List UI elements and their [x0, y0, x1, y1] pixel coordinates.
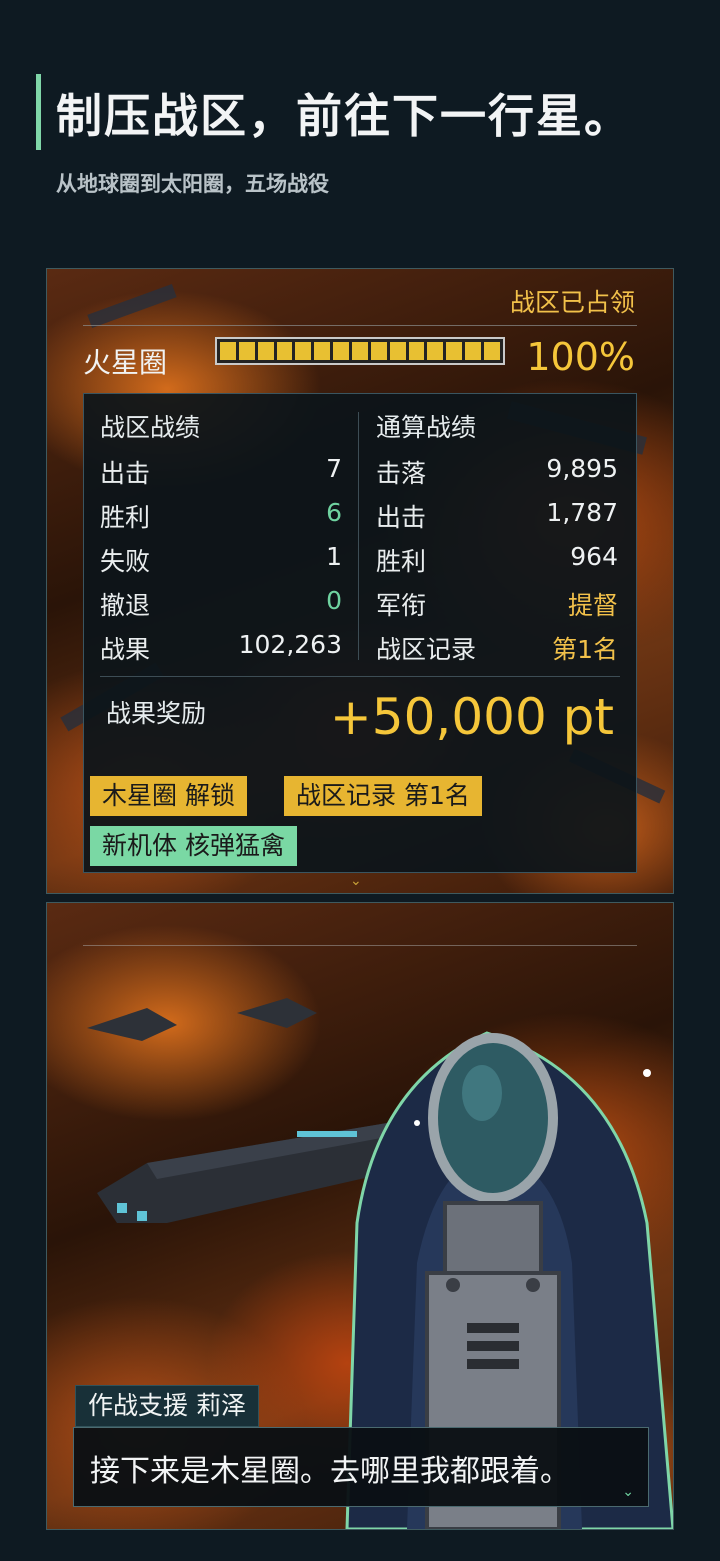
- speaker-nameplate: 作战支援 莉泽: [75, 1385, 259, 1427]
- reward-tag-new-unit: 新机体 核弹猛禽: [90, 826, 297, 866]
- stat-value: 102,263: [238, 630, 342, 659]
- stat-value: 7: [326, 454, 342, 483]
- zone-name: 火星圈: [83, 346, 168, 379]
- continue-icon[interactable]: ⌄: [622, 1484, 634, 1500]
- stat-value: 提督: [567, 591, 618, 620]
- reward-value: +50,000 pt: [329, 688, 614, 746]
- stats-box: 战区战绩 通算战绩 出击 7 胜利 6 失败 1 撤退 0 战果 102,263…: [83, 393, 637, 873]
- hero-accent-bar: [36, 74, 41, 150]
- dialogue-text: 接下来是木星圈。去哪里我都跟着。: [90, 1454, 570, 1489]
- total-stat-row: 战区记录 第1名: [376, 630, 618, 666]
- stat-label: 胜利: [100, 503, 151, 532]
- total-stat-row: 胜利 964: [376, 542, 618, 578]
- stat-label: 军衔: [376, 591, 427, 620]
- zone-progress-percent: 100%: [526, 335, 635, 379]
- stat-label: 出击: [100, 459, 151, 488]
- reward-label: 战果奖励: [106, 699, 207, 728]
- stat-value: 1: [326, 542, 342, 571]
- stat-label: 失败: [100, 547, 151, 576]
- scroll-down-icon[interactable]: ⌄: [350, 873, 362, 889]
- zone-stat-row: 撤退 0: [100, 586, 342, 622]
- stat-label: 战果: [100, 635, 151, 664]
- dialogue-box[interactable]: 接下来是木星圈。去哪里我都跟着。 ⌄: [73, 1427, 649, 1507]
- hero: 制压战区，前往下一行星。: [36, 74, 696, 154]
- column-divider: [358, 412, 359, 660]
- reward-tag-unlock: 木星圈 解锁: [90, 776, 247, 816]
- stat-value: 1,787: [546, 498, 618, 527]
- stat-label: 击落: [376, 459, 427, 488]
- divider: [83, 325, 637, 326]
- total-stat-row: 击落 9,895: [376, 454, 618, 490]
- divider: [100, 676, 620, 677]
- stat-label: 战区记录: [376, 635, 477, 664]
- hero-subtitle: 从地球圈到太阳圈，五场战役: [56, 172, 329, 196]
- stat-label: 出击: [376, 503, 427, 532]
- reward-tag-record: 战区记录 第1名: [284, 776, 482, 816]
- zone-progress-bar: [215, 337, 505, 365]
- stat-value: 9,895: [546, 454, 618, 483]
- stat-value: 6: [326, 498, 342, 527]
- zone-stat-row: 出击 7: [100, 454, 342, 490]
- zone-stat-row: 战果 102,263: [100, 630, 342, 666]
- total-stats-heading: 通算战绩: [376, 413, 477, 442]
- dialogue-panel: 作战支援 莉泽 接下来是木星圈。去哪里我都跟着。 ⌄: [46, 902, 674, 1530]
- stat-value: 0: [326, 586, 342, 615]
- stat-value: 964: [570, 542, 618, 571]
- fighter-silhouette: [237, 998, 317, 1028]
- zone-stat-row: 失败 1: [100, 542, 342, 578]
- stat-label: 撤退: [100, 591, 151, 620]
- battle-result-panel: 战区已占领 火星圈 100% 战区战绩 通算战绩 出击 7 胜利 6 失败 1 …: [46, 268, 674, 894]
- hero-title: 制压战区，前往下一行星。: [56, 89, 632, 143]
- stat-label: 胜利: [376, 547, 427, 576]
- zone-stat-row: 胜利 6: [100, 498, 342, 534]
- stat-value: 第1名: [552, 635, 618, 664]
- zone-status-label: 战区已占领: [509, 288, 635, 317]
- fighter-silhouette: [87, 1008, 177, 1041]
- zone-stats-heading: 战区战绩: [100, 413, 201, 442]
- total-stat-row: 出击 1,787: [376, 498, 618, 534]
- total-stat-row: 军衔 提督: [376, 586, 618, 622]
- divider: [83, 945, 637, 946]
